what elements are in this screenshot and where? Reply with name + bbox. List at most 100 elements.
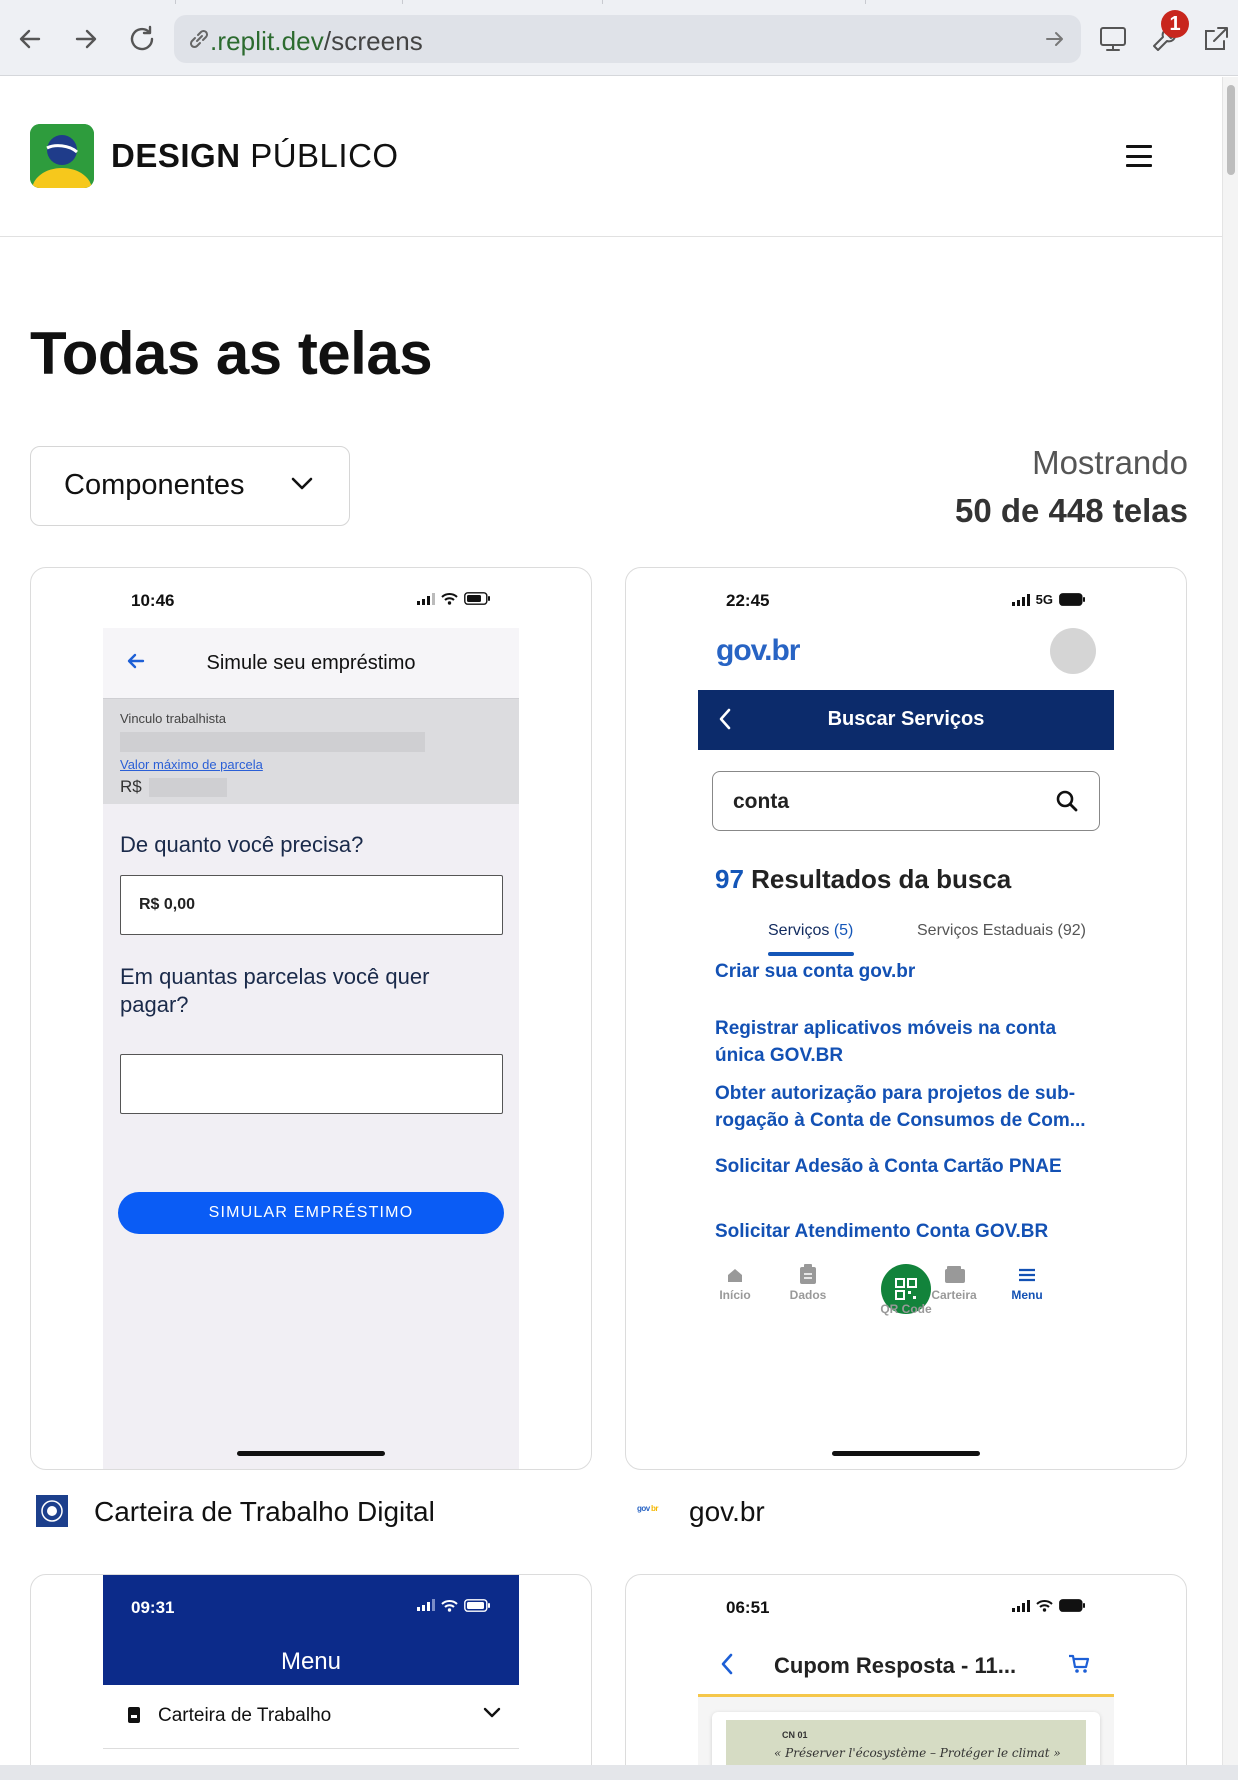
search-field: conta bbox=[712, 771, 1100, 831]
clipboard-icon bbox=[800, 1264, 816, 1284]
app-name[interactable]: Carteira de Trabalho Digital bbox=[94, 1496, 435, 1528]
status-time: 10:46 bbox=[131, 591, 175, 610]
valor-maximo-link: Valor máximo de parcela bbox=[120, 757, 263, 772]
brand-name[interactable]: DESIGN PÚBLICO bbox=[111, 137, 399, 175]
signal-icon bbox=[417, 592, 435, 605]
qr-code-icon bbox=[895, 1278, 917, 1300]
site-header: DESIGN PÚBLICO bbox=[0, 77, 1222, 237]
status-icons bbox=[417, 592, 491, 605]
govbr-logo-icon: gov br bbox=[637, 1504, 659, 1513]
arrow-left-icon bbox=[19, 29, 41, 49]
currency-label: R$ bbox=[120, 777, 142, 796]
tab-servicos-label: Serviços bbox=[768, 922, 830, 939]
external-link-icon bbox=[1205, 27, 1228, 50]
screen-card[interactable]: 06:51 Cupom Resposta - 11... CN 01 « Pré… bbox=[625, 1574, 1187, 1765]
tabbar-label: Carteira bbox=[931, 1288, 977, 1302]
tab-servicos: Serviços (5) bbox=[768, 922, 853, 940]
simulate-loan-button: SIMULAR EMPRÉSTIMO bbox=[118, 1192, 504, 1234]
info-panel: Vinculo trabalhista Valor máximo de parc… bbox=[103, 698, 519, 804]
open-external-button[interactable] bbox=[1196, 19, 1236, 59]
reload-icon bbox=[130, 25, 154, 51]
search-value: conta bbox=[733, 790, 790, 813]
screen-title: Buscar Serviços bbox=[827, 708, 985, 730]
scrollbar-thumb[interactable] bbox=[1227, 85, 1235, 175]
id-card-icon bbox=[128, 1707, 140, 1723]
signal-icon bbox=[1012, 1599, 1030, 1612]
service-link: Solicitar Adesão à Conta Cartão PNAE bbox=[715, 1156, 1062, 1177]
design-publico-logo[interactable] bbox=[30, 124, 94, 188]
status-bar: 22:45 5G bbox=[698, 568, 1114, 628]
chevron-down-icon bbox=[291, 477, 313, 490]
status-time: 09:31 bbox=[131, 1598, 175, 1617]
screen-title: Menu bbox=[280, 1648, 342, 1675]
page-content: DESIGN PÚBLICO Todas as telas Componente… bbox=[0, 77, 1222, 1765]
avatar bbox=[1050, 628, 1096, 674]
screen-thumbnail: 09:31 Menu Carteira de Trabalho bbox=[103, 1575, 519, 1765]
monitor-icon bbox=[1100, 27, 1126, 51]
network-label: 5G bbox=[1035, 592, 1053, 607]
screen-card[interactable]: 09:31 Menu Carteira de Trabalho bbox=[30, 1574, 592, 1765]
page-scrollbar[interactable] bbox=[1222, 77, 1238, 1765]
amount-field: R$ 0,00 bbox=[120, 875, 503, 935]
svg-text:br: br bbox=[651, 1504, 658, 1513]
tabbar-label: Menu bbox=[1011, 1288, 1043, 1302]
tab-separator bbox=[865, 0, 866, 4]
battery-icon bbox=[1059, 1599, 1085, 1612]
amount-value: R$ 0,00 bbox=[139, 896, 196, 913]
redacted-amount bbox=[149, 778, 227, 797]
count-line-1: Mostrando bbox=[1032, 444, 1188, 481]
wifi-icon bbox=[441, 593, 458, 605]
menu-row-label: Carteira de Trabalho bbox=[158, 1705, 332, 1726]
battery-icon bbox=[464, 1599, 490, 1612]
forward-button[interactable] bbox=[66, 19, 106, 59]
signal-icon bbox=[1011, 593, 1030, 606]
wallet-icon bbox=[945, 1266, 965, 1283]
tabbar-label: Dados bbox=[789, 1288, 827, 1302]
status-bar: 10:46 bbox=[103, 568, 519, 628]
redacted-value bbox=[120, 732, 425, 752]
tab-separator bbox=[602, 0, 603, 4]
component-filter-select[interactable]: Componentes bbox=[30, 446, 350, 526]
amount-question: De quanto você precisa? bbox=[120, 832, 364, 857]
hamburger-line bbox=[1126, 154, 1152, 158]
chevron-down-icon bbox=[483, 1707, 501, 1718]
page-title: Todas as telas bbox=[30, 320, 433, 387]
screen-thumbnail: 10:46 Simule seu empréstimo Vinculo trab… bbox=[103, 568, 519, 1469]
chevron-left-icon bbox=[721, 1653, 733, 1675]
screen-card[interactable]: 10:46 Simule seu empréstimo Vinculo trab… bbox=[30, 567, 592, 1470]
search-icon bbox=[1056, 790, 1078, 812]
menu-row: Carteira de Trabalho bbox=[103, 1685, 519, 1749]
url-text: .replit.dev/screens bbox=[210, 26, 423, 56]
count-line-2: 50 de 448 telas bbox=[955, 492, 1188, 529]
tabbar-label: QR Code bbox=[880, 1302, 932, 1316]
installments-question: Em quantas parcelas você quer pagar? bbox=[120, 964, 430, 1017]
tab-servicos-count: (5) bbox=[833, 922, 854, 939]
back-button[interactable] bbox=[10, 19, 50, 59]
battery-icon bbox=[464, 592, 490, 605]
govbr-app-icon: gov br bbox=[637, 1502, 663, 1516]
address-bar[interactable]: .replit.dev/screens bbox=[174, 15, 1081, 63]
screen-card[interactable]: 22:45 5G gov.br Buscar Serviços conta 97… bbox=[625, 567, 1187, 1470]
coupon-card: CN 01 « Préserver l'écosystème – Protége… bbox=[712, 1712, 1100, 1765]
screen-title: Simule seu empréstimo bbox=[206, 652, 416, 674]
results-heading: 97 Resultados da busca bbox=[715, 864, 1011, 895]
service-link: Criar sua conta gov.br bbox=[715, 961, 916, 982]
menu-header: 09:31 Menu bbox=[103, 1575, 519, 1685]
desktop-view-button[interactable] bbox=[1093, 19, 1133, 59]
status-icons: 5G bbox=[1011, 592, 1086, 607]
go-arrow-icon[interactable] bbox=[1043, 27, 1067, 51]
status-time: 22:45 bbox=[726, 591, 770, 610]
home-icon bbox=[728, 1269, 742, 1282]
status-bar: 06:51 bbox=[698, 1575, 1114, 1635]
cart-icon bbox=[1069, 1654, 1090, 1673]
screen-navbar: Buscar Serviços bbox=[698, 690, 1114, 750]
results-count: 97 bbox=[715, 864, 744, 894]
reload-button[interactable] bbox=[122, 19, 162, 59]
active-tab-indicator bbox=[768, 952, 854, 956]
screen-title: Cupom Resposta - 11... bbox=[774, 1653, 1017, 1678]
hamburger-line bbox=[1126, 145, 1152, 148]
app-name[interactable]: gov.br bbox=[689, 1496, 765, 1528]
arrow-right-icon bbox=[75, 29, 97, 49]
coupon-code: CN 01 bbox=[782, 1730, 808, 1740]
menu-hamburger-button[interactable] bbox=[1126, 145, 1152, 167]
